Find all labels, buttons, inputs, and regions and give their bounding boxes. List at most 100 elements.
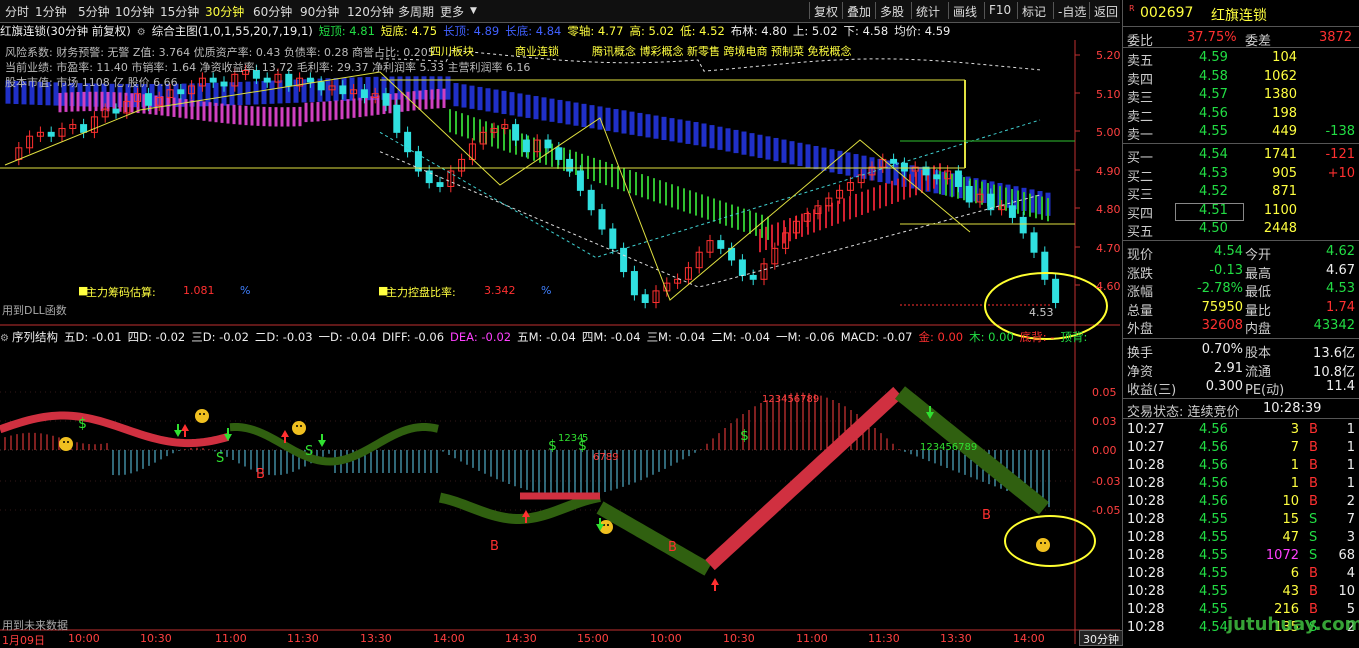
candle-body	[620, 247, 628, 273]
tick-price: 4.56	[1199, 422, 1228, 437]
sell-signal: S	[216, 451, 224, 466]
dea-ribbon	[596, 501, 712, 576]
toolbar-button-7[interactable]: -自选	[1058, 3, 1086, 20]
smiley-eye	[296, 425, 298, 427]
timeframe-0[interactable]: 分时	[5, 3, 29, 20]
candle-body	[263, 77, 271, 83]
timeframe-1[interactable]: 1分钟	[35, 3, 67, 20]
tick-price: 4.54	[1199, 620, 1228, 635]
toolbar-button-0[interactable]: 复权	[814, 3, 838, 20]
ask-price: 4.57	[1199, 87, 1228, 102]
candle-body	[512, 124, 520, 141]
stat-row-4: 外盘 32608 内盘 43342	[1123, 317, 1359, 337]
sub-param-12: MACD: -0.07	[840, 330, 913, 344]
sub-param-10: 二M: -0.04	[711, 330, 770, 344]
chip-estimate-pct: %	[240, 284, 251, 297]
timeframe-9[interactable]: 多周期	[398, 3, 434, 20]
candle-body	[587, 189, 595, 211]
toolbar-button-5[interactable]: F10	[989, 3, 1011, 17]
tick-volume: 10	[1282, 494, 1299, 509]
stat-label: 最高	[1245, 266, 1272, 282]
smiley-eye	[63, 441, 65, 443]
main-param-2: 长顶: 4.89	[443, 24, 500, 38]
tick-side: B	[1309, 476, 1318, 491]
ask-volume: 104	[1272, 50, 1297, 65]
tick-time: 10:28	[1127, 530, 1165, 545]
toolbar-button-1[interactable]: 叠加	[847, 3, 871, 20]
ask-volume: 1380	[1263, 87, 1297, 102]
tick-volume: 15	[1282, 512, 1299, 527]
buy-signal: B	[490, 539, 499, 554]
ask-label: 卖一	[1127, 128, 1154, 143]
timeframe-7[interactable]: 90分钟	[300, 3, 339, 20]
timeframe-5[interactable]: 30分钟	[205, 3, 244, 20]
toolbar-separator	[984, 2, 985, 19]
settings-gear-icon[interactable]: ⚙	[137, 27, 146, 38]
stat-label: 现价	[1127, 248, 1154, 263]
toolbar-separator	[1089, 2, 1090, 19]
more-arrow-icon[interactable]: ▼	[470, 6, 477, 16]
candle-body	[436, 182, 444, 187]
time-tick: 10:00	[68, 632, 100, 645]
time-tick: 11:00	[215, 632, 247, 645]
toolbar-separator	[911, 2, 912, 19]
candle-body	[360, 89, 368, 99]
stat-label: 今开	[1245, 248, 1272, 263]
price-tick: 4.60	[1096, 280, 1121, 293]
bid-volume: 2448	[1263, 221, 1297, 236]
time-tick: 13:30	[360, 632, 392, 645]
stat-row-2: 涨幅 -2.78% 最低 4.53	[1123, 280, 1359, 300]
tick-side: S	[1309, 530, 1318, 545]
timeframe-10[interactable]: 更多	[440, 3, 464, 20]
sub-param-8: 四M: -0.04	[581, 330, 641, 344]
stat2-label: 流通	[1245, 364, 1272, 380]
timeframe-8[interactable]: 120分钟	[347, 3, 394, 20]
sub-settings-icon[interactable]: ⚙	[0, 333, 9, 344]
tick-volume: 1072	[1265, 548, 1299, 563]
main-param-3: 长底: 4.84	[505, 24, 562, 38]
timeframe-4[interactable]: 15分钟	[160, 3, 199, 20]
stat-row-3: 总量 75950 量比 1.74	[1123, 299, 1359, 319]
candle-body	[1052, 278, 1060, 303]
wei-cha-value: 3872	[1319, 30, 1353, 45]
stat-value: 75950	[1201, 299, 1243, 315]
dea-ribbon	[705, 386, 903, 571]
toolbar-button-4[interactable]: 画线	[953, 3, 977, 20]
smiley-eye	[300, 425, 302, 427]
timeframe-2[interactable]: 5分钟	[78, 3, 110, 20]
tick-time: 10:28	[1127, 548, 1165, 563]
selected-bid-box[interactable]	[1175, 203, 1244, 221]
stat2-value: 11.4	[1326, 379, 1355, 394]
candle-body	[900, 162, 908, 172]
tick-volume: 47	[1282, 530, 1299, 545]
bid-volume: 905	[1272, 165, 1297, 181]
tick-price: 4.56	[1199, 440, 1228, 455]
toolbar-button-2[interactable]: 多股	[880, 3, 904, 20]
candle-body	[641, 294, 649, 303]
bid-row-0: 买一 4.54 1741 -121	[1123, 146, 1359, 166]
stat-value: 32608	[1201, 318, 1243, 333]
time-tick: 10:30	[723, 632, 755, 645]
toolbar-button-8[interactable]: 返回	[1094, 3, 1118, 20]
timeframe-3[interactable]: 10分钟	[115, 3, 154, 20]
main-chart-header: 红旗连锁(30分钟 前复权) ⚙ 综合主图(1,0,1,55,20,7,19,1) 短…	[0, 23, 956, 39]
sub-tick: -0.03	[1092, 475, 1121, 488]
count-sequence-1: 1234	[558, 433, 583, 444]
quote-panel: R 002697 红旗连锁 委比 37.75% 委差 3872 卖五 4.59 104 卖四 4.58…	[1122, 0, 1359, 644]
up-arrow-icon	[181, 424, 189, 437]
toolbar-button-6[interactable]: 标记	[1022, 3, 1046, 20]
candle-body	[576, 170, 584, 191]
candle-body	[522, 139, 530, 153]
indicator-name[interactable]: 综合主图(1,0,1,55,20,7,19,1)	[152, 24, 313, 38]
stat2-row-0: 换手 0.70% 股本 13.6亿	[1123, 341, 1359, 361]
smiley-icon	[1036, 538, 1050, 552]
candle-body	[339, 85, 347, 95]
candle-body	[1030, 232, 1038, 253]
tick-count: 1	[1346, 440, 1355, 455]
stat-value: 43342	[1313, 318, 1355, 333]
toolbar-button-3[interactable]: 统计	[916, 3, 940, 20]
smiley-eye	[199, 413, 201, 415]
timeframe-6[interactable]: 60分钟	[253, 3, 292, 20]
count-sequence-3: 6789	[593, 452, 618, 463]
sub-param-9: 三M: -0.04	[646, 330, 706, 344]
